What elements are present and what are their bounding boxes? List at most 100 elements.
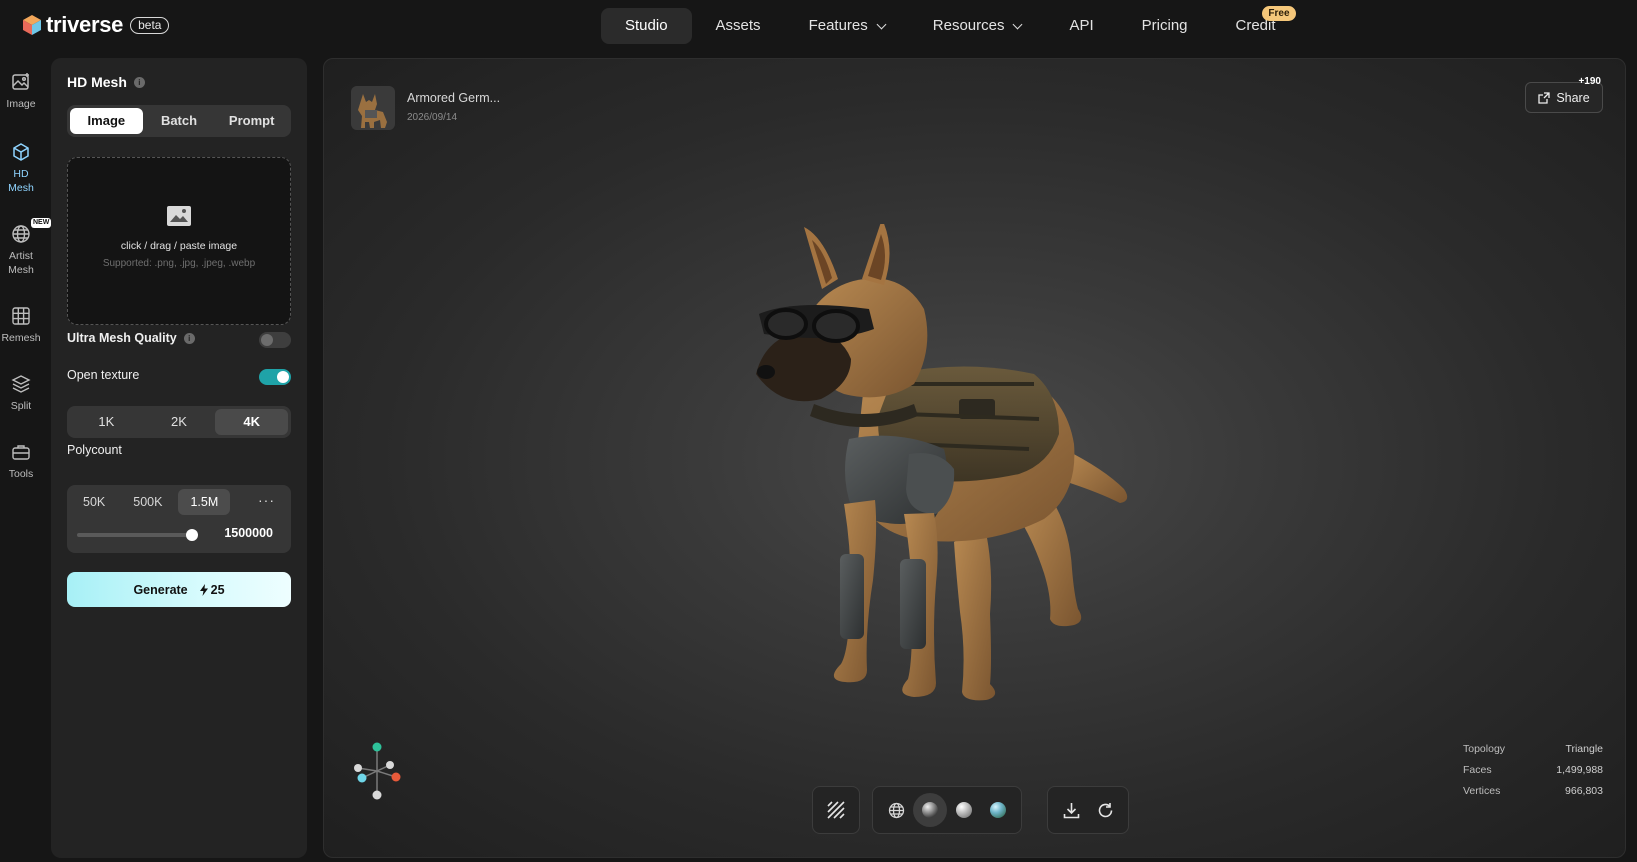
pattern-icon[interactable] bbox=[819, 793, 853, 827]
polycount-presets: 50K 500K 1.5M bbox=[71, 489, 234, 515]
stat-value: 1,499,988 bbox=[1556, 764, 1603, 776]
triverse-logo-icon bbox=[22, 14, 42, 36]
texture-res-2k[interactable]: 2K bbox=[143, 409, 216, 435]
polycount-1-5m[interactable]: 1.5M bbox=[178, 489, 231, 515]
nav-studio[interactable]: Studio bbox=[601, 8, 692, 44]
nav-resources-label: Resources bbox=[932, 17, 1005, 34]
top-bar: triverse beta Studio Assets Features Res… bbox=[0, 0, 1637, 52]
rail-item-label: Split bbox=[10, 400, 32, 412]
axis-gizmo[interactable] bbox=[350, 741, 406, 801]
cube-icon bbox=[0, 142, 42, 164]
image-upload-dropzone[interactable]: click / drag / paste image Supported: .p… bbox=[67, 157, 291, 325]
input-mode-tabs: Image Batch Prompt bbox=[67, 105, 291, 137]
nav-features-label: Features bbox=[808, 17, 868, 34]
toggle-knob bbox=[277, 371, 289, 383]
asset-thumbnail[interactable] bbox=[351, 86, 395, 130]
rail-item-hd-mesh[interactable]: HD Mesh bbox=[0, 142, 42, 195]
generate-cost: 25 bbox=[199, 582, 225, 597]
generate-cost-value: 25 bbox=[210, 582, 225, 597]
share-count: +190 bbox=[1578, 76, 1601, 87]
upload-supported-formats: Supported: .png, .jpg, .jpeg, .webp bbox=[102, 258, 256, 269]
grid-icon bbox=[0, 306, 42, 328]
actions-group bbox=[1047, 786, 1129, 834]
asset-name: Armored Germ... bbox=[407, 91, 501, 105]
rail-item-tools[interactable]: Tools bbox=[0, 442, 42, 481]
asset-date: 2026/09/14 bbox=[407, 112, 458, 123]
new-badge: NEW bbox=[31, 218, 52, 228]
nav-resources[interactable]: Resources bbox=[909, 8, 1046, 44]
model-viewport[interactable]: Armored Germ... 2026/09/14 Share +190 To… bbox=[323, 58, 1626, 858]
shaded-sphere-icon[interactable] bbox=[913, 793, 947, 827]
rail-item-label: Remesh bbox=[1, 332, 41, 344]
tab-prompt[interactable]: Prompt bbox=[215, 108, 288, 134]
nav-pricing[interactable]: Pricing bbox=[1118, 8, 1212, 44]
polycount-value: 1500000 bbox=[224, 526, 273, 540]
rail-item-split[interactable]: Split bbox=[0, 374, 42, 413]
stat-key: Topology bbox=[1463, 743, 1506, 755]
brand-logo[interactable]: triverse beta bbox=[22, 12, 170, 38]
wireframe-globe-icon[interactable] bbox=[879, 793, 913, 827]
render-mode-group bbox=[872, 786, 1022, 834]
nav-features[interactable]: Features bbox=[785, 8, 909, 44]
texture-resolution-selector: 1K 2K 4K bbox=[67, 406, 291, 438]
ultra-quality-row: Ultra Mesh Quality i bbox=[67, 331, 195, 345]
polycount-slider-handle[interactable] bbox=[186, 529, 198, 541]
chevron-down-icon bbox=[876, 19, 887, 29]
generate-button[interactable]: Generate 25 bbox=[67, 572, 291, 607]
toolbox-icon bbox=[0, 442, 42, 464]
info-icon[interactable]: i bbox=[133, 76, 145, 88]
nav-api[interactable]: API bbox=[1045, 8, 1117, 44]
nav-api-label: API bbox=[1069, 17, 1094, 34]
stat-key: Faces bbox=[1463, 764, 1492, 776]
beta-badge: beta bbox=[130, 16, 170, 34]
open-texture-toggle[interactable] bbox=[259, 369, 291, 385]
panel-title-text: HD Mesh bbox=[67, 74, 127, 90]
polycount-50k[interactable]: 50K bbox=[71, 489, 117, 515]
open-texture-row: Open texture bbox=[67, 368, 139, 382]
rail-item-artist-mesh[interactable]: NEW Artist Mesh bbox=[0, 218, 52, 277]
tab-batch[interactable]: Batch bbox=[143, 108, 216, 134]
polycount-label: Polycount bbox=[67, 443, 122, 457]
stat-value: 966,803 bbox=[1565, 785, 1603, 797]
rail-item-remesh[interactable]: Remesh bbox=[0, 306, 42, 345]
mesh-stats: Topology Triangle Faces 1,499,988 Vertices… bbox=[1463, 739, 1603, 802]
info-icon[interactable]: i bbox=[183, 332, 195, 344]
polycount-500k[interactable]: 500K bbox=[121, 489, 174, 515]
share-icon bbox=[1538, 91, 1550, 104]
nav-pricing-label: Pricing bbox=[1141, 17, 1188, 34]
stat-vertices: Vertices 966,803 bbox=[1463, 781, 1603, 802]
more-options-icon[interactable]: ··· bbox=[258, 489, 275, 511]
image-placeholder-icon bbox=[166, 205, 192, 227]
stat-key: Vertices bbox=[1463, 785, 1501, 797]
free-badge: Free bbox=[1262, 6, 1296, 21]
rail-item-image[interactable]: Image bbox=[0, 72, 42, 111]
3d-model-render[interactable] bbox=[744, 219, 1194, 734]
share-label: Share bbox=[1556, 90, 1590, 105]
polycount-slider-track[interactable] bbox=[77, 533, 192, 537]
toggle-knob bbox=[261, 334, 273, 346]
polycount-control: 50K 500K 1.5M ··· 1500000 bbox=[67, 485, 291, 553]
clay-sphere-icon[interactable] bbox=[947, 793, 981, 827]
open-texture-label: Open texture bbox=[67, 368, 140, 382]
texture-res-4k[interactable]: 4K bbox=[215, 409, 289, 435]
nav-assets[interactable]: Assets bbox=[692, 8, 785, 44]
image-icon bbox=[0, 72, 42, 94]
generate-label: Generate bbox=[133, 582, 188, 597]
chevron-down-icon bbox=[1013, 19, 1023, 29]
stat-faces: Faces 1,499,988 bbox=[1463, 760, 1603, 781]
refresh-icon[interactable] bbox=[1088, 793, 1122, 827]
lightning-icon bbox=[199, 583, 208, 596]
nav-credit[interactable]: Credit Free bbox=[1212, 6, 1300, 44]
panel-title: HD Mesh i bbox=[67, 74, 145, 90]
textured-sphere-icon[interactable] bbox=[981, 793, 1015, 827]
rail-item-label: HD Mesh bbox=[8, 168, 34, 194]
nav-assets-label: Assets bbox=[715, 17, 761, 34]
main-nav: Studio Assets Features Resources API Pri… bbox=[601, 6, 1300, 44]
stat-topology: Topology Triangle bbox=[1463, 739, 1603, 760]
brand-name: triverse bbox=[46, 12, 124, 37]
download-icon[interactable] bbox=[1054, 793, 1088, 827]
stat-value: Triangle bbox=[1565, 743, 1603, 755]
ultra-quality-toggle[interactable] bbox=[259, 332, 291, 348]
tab-image[interactable]: Image bbox=[70, 108, 143, 134]
texture-res-1k[interactable]: 1K bbox=[70, 409, 143, 435]
